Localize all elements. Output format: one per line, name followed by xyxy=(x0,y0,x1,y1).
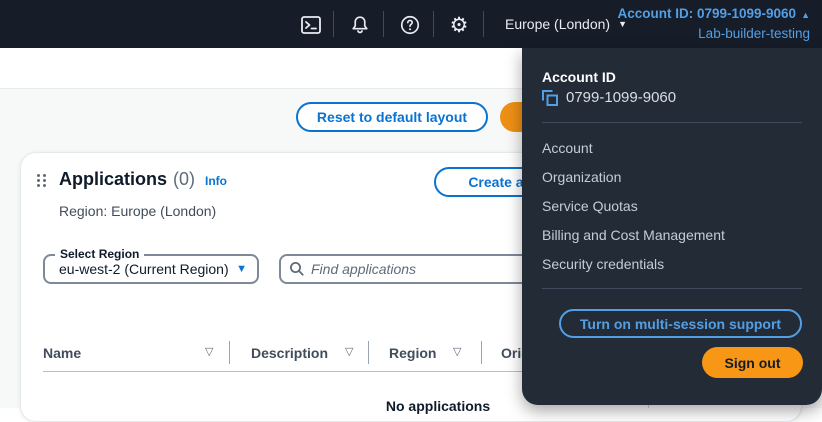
column-header-region[interactable]: Region xyxy=(389,345,436,361)
separator xyxy=(483,11,484,37)
panel-account-id-header: Account ID xyxy=(542,69,616,85)
column-divider xyxy=(229,341,230,364)
cloudshell-icon[interactable] xyxy=(298,12,324,38)
column-divider xyxy=(368,341,369,364)
separator xyxy=(333,11,334,37)
empty-state-text: No applications xyxy=(385,398,491,414)
region-select[interactable]: Select Region eu-west-2 (Current Region)… xyxy=(43,247,259,284)
sort-icon[interactable]: ▽ xyxy=(345,345,353,358)
chevron-down-icon: ▼ xyxy=(236,263,247,275)
panel-divider xyxy=(542,288,802,289)
region-selector-label: Europe (London) xyxy=(505,16,611,32)
settings-gear-icon[interactable]: ⚙ xyxy=(446,12,472,38)
menu-item-billing[interactable]: Billing and Cost Management xyxy=(522,221,822,250)
multi-session-button[interactable]: Turn on multi-session support xyxy=(559,309,802,338)
region-selector[interactable]: Europe (London) ▼ xyxy=(505,0,627,48)
menu-item-organization[interactable]: Organization xyxy=(522,163,822,192)
sort-icon[interactable]: ▽ xyxy=(205,345,213,358)
top-navigation-bar: ⚙ Europe (London) ▼ Account ID: 0799-109… xyxy=(0,0,822,48)
widget-count: (0) xyxy=(173,169,196,189)
panel-divider xyxy=(542,122,802,123)
separator xyxy=(383,11,384,37)
region-select-value: eu-west-2 (Current Region) xyxy=(59,261,229,277)
column-header-description[interactable]: Description xyxy=(251,345,328,361)
help-icon[interactable] xyxy=(397,12,423,38)
account-id-label: Account ID: 0799-1099-9060 xyxy=(617,6,797,21)
account-menu-list: Account Organization Service Quotas Bill… xyxy=(522,134,822,279)
sort-icon[interactable]: ▽ xyxy=(453,345,461,358)
menu-item-security-credentials[interactable]: Security credentials xyxy=(522,250,822,279)
column-header-name[interactable]: Name xyxy=(43,345,81,361)
copy-icon[interactable] xyxy=(541,89,559,107)
widget-region-line: Region: Europe (London) xyxy=(59,203,217,219)
chevron-up-icon: ▲ xyxy=(801,10,810,20)
panel-account-id-value: 0799-1099-9060 xyxy=(566,89,677,106)
drag-handle-icon[interactable] xyxy=(37,174,48,190)
menu-item-service-quotas[interactable]: Service Quotas xyxy=(522,192,822,221)
search-icon xyxy=(289,261,305,277)
region-select-label: Select Region xyxy=(55,247,145,261)
sign-out-button[interactable]: Sign out xyxy=(702,347,803,378)
reset-layout-button[interactable]: Reset to default layout xyxy=(296,102,488,132)
widget-title: Applications xyxy=(59,169,168,189)
notifications-bell-icon[interactable] xyxy=(347,12,373,38)
separator xyxy=(433,11,434,37)
column-divider xyxy=(481,341,482,364)
account-name-label: Lab-builder-testing xyxy=(698,26,810,41)
account-dropdown-panel: Account ID 0799-1099-9060 Account Organi… xyxy=(522,48,822,405)
info-link[interactable]: Info xyxy=(205,174,227,188)
account-menu-trigger[interactable]: Account ID: 0799-1099-9060 ▲ Lab-builder-… xyxy=(617,5,810,43)
menu-item-account[interactable]: Account xyxy=(522,134,822,163)
widget-title-row: Applications (0) Info xyxy=(59,169,227,190)
